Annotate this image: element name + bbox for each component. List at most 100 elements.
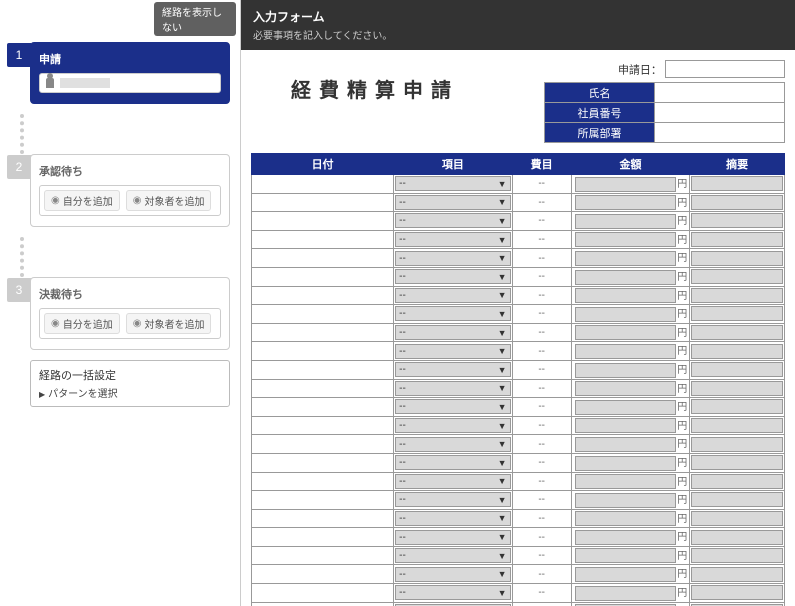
date-input[interactable]: [252, 361, 393, 379]
date-input[interactable]: [252, 510, 393, 528]
note-input[interactable]: [691, 269, 783, 284]
item-select[interactable]: --▼: [395, 344, 510, 359]
date-input[interactable]: [252, 268, 393, 286]
note-input[interactable]: [691, 176, 783, 191]
note-input[interactable]: [691, 381, 783, 396]
date-cell[interactable]: [252, 565, 394, 584]
date-input[interactable]: [252, 454, 393, 472]
date-cell[interactable]: [252, 398, 394, 417]
note-input[interactable]: [691, 288, 783, 303]
amount-input[interactable]: [575, 530, 676, 545]
item-select[interactable]: --▼: [395, 213, 510, 228]
date-cell[interactable]: [252, 249, 394, 268]
date-input[interactable]: [252, 603, 393, 606]
date-input[interactable]: [252, 398, 393, 416]
date-input[interactable]: [252, 547, 393, 565]
amount-input[interactable]: [575, 511, 676, 526]
date-cell[interactable]: [252, 360, 394, 379]
note-input[interactable]: [691, 455, 783, 470]
item-select[interactable]: --▼: [395, 492, 510, 507]
note-input[interactable]: [691, 548, 783, 563]
date-input[interactable]: [252, 212, 393, 230]
route-batch-select-pattern[interactable]: パターンを選択: [39, 385, 221, 400]
date-cell[interactable]: [252, 193, 394, 212]
date-input[interactable]: [252, 528, 393, 546]
date-cell[interactable]: [252, 342, 394, 361]
date-input[interactable]: [252, 305, 393, 323]
amount-input[interactable]: [575, 363, 676, 378]
date-cell[interactable]: [252, 528, 394, 547]
item-select[interactable]: --▼: [395, 585, 510, 600]
note-input[interactable]: [691, 325, 783, 340]
applicant-user-box[interactable]: [39, 73, 221, 93]
amount-input[interactable]: [575, 474, 676, 489]
add-target-button[interactable]: 対象者を追加: [126, 190, 212, 211]
amount-input[interactable]: [575, 307, 676, 322]
amount-input[interactable]: [575, 493, 676, 508]
date-cell[interactable]: [252, 323, 394, 342]
amount-input[interactable]: [575, 437, 676, 452]
amount-input[interactable]: [575, 344, 676, 359]
date-cell[interactable]: [252, 379, 394, 398]
date-cell[interactable]: [252, 305, 394, 324]
date-cell[interactable]: [252, 584, 394, 603]
meta-value-name[interactable]: [655, 83, 785, 103]
item-select[interactable]: --▼: [395, 455, 510, 470]
amount-input[interactable]: [575, 381, 676, 396]
item-select[interactable]: --▼: [395, 548, 510, 563]
date-input[interactable]: [252, 473, 393, 491]
meta-value-empno[interactable]: [655, 103, 785, 123]
amount-input[interactable]: [575, 418, 676, 433]
date-input[interactable]: [252, 565, 393, 583]
date-input[interactable]: [252, 342, 393, 360]
amount-input[interactable]: [575, 270, 676, 285]
date-input[interactable]: [252, 380, 393, 398]
item-select[interactable]: --▼: [395, 306, 510, 321]
date-cell[interactable]: [252, 267, 394, 286]
item-select[interactable]: --▼: [395, 567, 510, 582]
date-input[interactable]: [252, 175, 393, 193]
note-input[interactable]: [691, 232, 783, 247]
workflow-step-decision[interactable]: 3 決裁待ち 自分を追加 対象者を追加: [30, 277, 230, 350]
amount-input[interactable]: [575, 400, 676, 415]
item-select[interactable]: --▼: [395, 362, 510, 377]
date-input[interactable]: [252, 435, 393, 453]
note-input[interactable]: [691, 492, 783, 507]
date-cell[interactable]: [252, 416, 394, 435]
date-input[interactable]: [252, 231, 393, 249]
item-select[interactable]: --▼: [395, 288, 510, 303]
note-input[interactable]: [691, 344, 783, 359]
item-select[interactable]: --▼: [395, 530, 510, 545]
date-cell[interactable]: [252, 509, 394, 528]
note-input[interactable]: [691, 306, 783, 321]
note-input[interactable]: [691, 399, 783, 414]
meta-value-dept[interactable]: [655, 123, 785, 143]
amount-input[interactable]: [575, 232, 676, 247]
note-input[interactable]: [691, 362, 783, 377]
item-select[interactable]: --▼: [395, 269, 510, 284]
note-input[interactable]: [691, 530, 783, 545]
note-input[interactable]: [691, 251, 783, 266]
amount-input[interactable]: [575, 177, 676, 192]
date-input[interactable]: [252, 194, 393, 212]
item-select[interactable]: --▼: [395, 399, 510, 414]
amount-input[interactable]: [575, 251, 676, 266]
note-input[interactable]: [691, 474, 783, 489]
amount-input[interactable]: [575, 214, 676, 229]
date-cell[interactable]: [252, 546, 394, 565]
amount-input[interactable]: [575, 195, 676, 210]
date-cell[interactable]: [252, 175, 394, 194]
add-self-button[interactable]: 自分を追加: [44, 190, 120, 211]
route-batch-settings[interactable]: 経路の一括設定 パターンを選択: [30, 360, 230, 407]
note-input[interactable]: [691, 195, 783, 210]
workflow-step-approval[interactable]: 2 承認待ち 自分を追加 対象者を追加: [30, 154, 230, 227]
date-input[interactable]: [252, 584, 393, 602]
amount-input[interactable]: [575, 548, 676, 563]
note-input[interactable]: [691, 511, 783, 526]
item-select[interactable]: --▼: [395, 195, 510, 210]
item-select[interactable]: --▼: [395, 232, 510, 247]
application-date-input[interactable]: [665, 60, 785, 78]
item-select[interactable]: --▼: [395, 176, 510, 191]
note-input[interactable]: [691, 213, 783, 228]
note-input[interactable]: [691, 585, 783, 600]
